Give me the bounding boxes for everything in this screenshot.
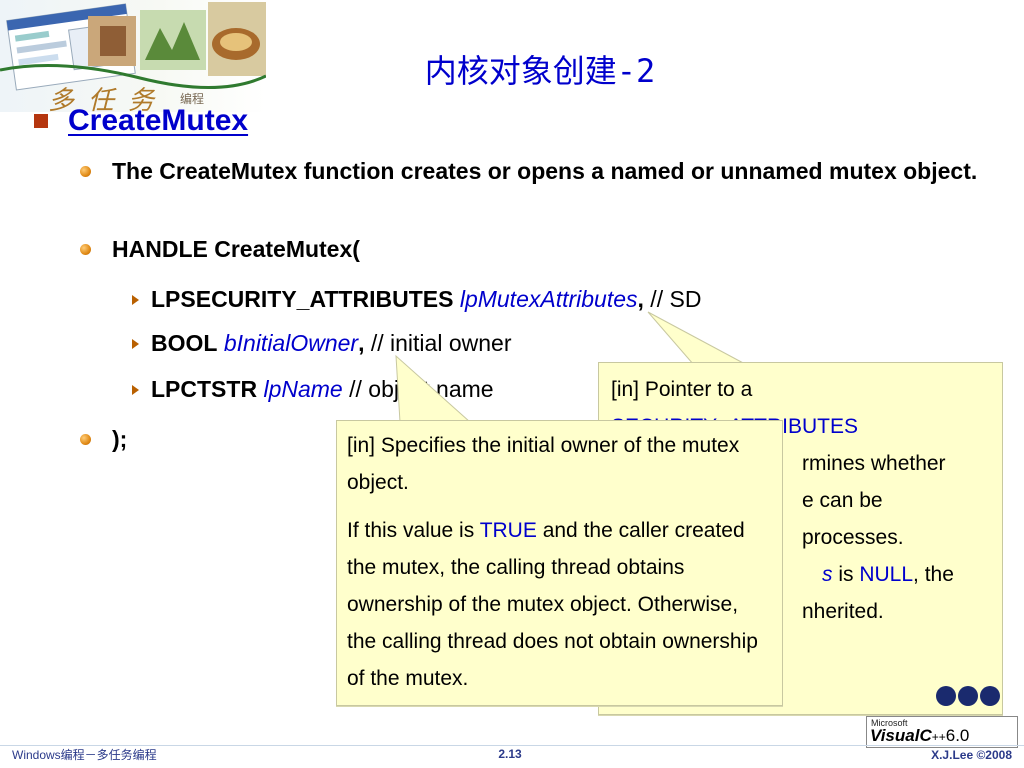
callout-text: e can be [802, 489, 883, 512]
footer-page-number: 2.13 [498, 747, 522, 761]
param-comment: // SD [643, 286, 702, 312]
callout-text: NULL [859, 563, 914, 586]
param-comment: // object name [342, 376, 494, 402]
callout-text: processes. [802, 526, 904, 549]
slide-title: 内核对象创建-2 [424, 52, 656, 90]
course-logo: 多任务 编程 [0, 0, 266, 112]
callout-text: If this value is [347, 519, 480, 542]
param-type: LPSECURITY_ATTRIBUTES [151, 286, 454, 312]
callout-text: is [832, 563, 860, 586]
callout-text: nherited. [802, 600, 884, 623]
callout-text: [in] Specifies the initial owner of the … [347, 434, 740, 494]
arrow-bullet-icon [132, 339, 139, 349]
dot-bullet-icon [80, 244, 91, 255]
signature-open-text: HANDLE CreateMutex( [112, 236, 360, 262]
param-name: bInitialOwner [223, 330, 359, 356]
square-bullet-icon [34, 114, 48, 128]
param-name: lpName [263, 376, 343, 402]
callout-text: s [822, 563, 833, 586]
dot-bullet-icon [80, 166, 91, 177]
visual-cpp-logo: Microsoft VisualC++6.0 [866, 676, 1024, 748]
callout-text: TRUE [479, 519, 537, 542]
dot-bullet-icon [80, 434, 91, 445]
vc-name-text: VisualC [870, 726, 932, 745]
param-comment: // initial owner [364, 330, 512, 356]
arrow-bullet-icon [132, 385, 139, 395]
vc-plus-text: ++ [931, 730, 946, 744]
vc-version-text: 6.0 [945, 726, 970, 745]
heading-text: CreateMutex [68, 104, 249, 137]
arrow-bullet-icon [132, 295, 139, 305]
param-type: BOOL [151, 330, 218, 356]
callout-text: [in] Pointer to a [611, 378, 753, 401]
callout-binitialowner: [in] Specifies the initial owner of the … [336, 420, 783, 706]
slide: 多任务 编程 内核对象创建-2 CreateMutex The CreateMu… [0, 0, 1024, 768]
param-type: LPCTSTR [151, 376, 258, 402]
footer-copyright: X.J.Lee ©2008 [931, 748, 1012, 762]
callout-text: , the [913, 563, 954, 586]
callout-text: rmines whether [802, 452, 946, 475]
param-name: lpMutexAttributes [459, 286, 638, 312]
callout-text: and the caller created the mutex, the ca… [347, 519, 758, 690]
description-text: The CreateMutex function creates or open… [112, 158, 978, 184]
footer-course-title: Windows编程－多任务编程 [12, 748, 157, 762]
